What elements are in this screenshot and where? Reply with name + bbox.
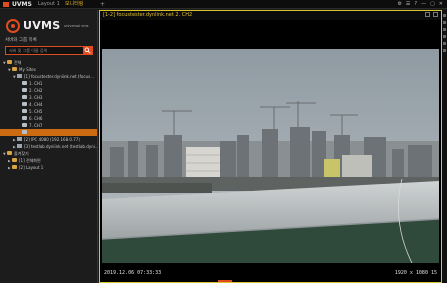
app-name: UVMS: [12, 1, 32, 8]
tree-node[interactable]: ▶ [1] 전체화면: [0, 157, 97, 164]
tree-node-label: 2. CH2: [29, 88, 43, 93]
tree-node[interactable]: ▼ 전체: [0, 59, 97, 66]
tree-node-label: [1] 전체화면: [19, 158, 41, 163]
tree-node[interactable]: 2. CH2: [0, 87, 97, 94]
tree-node[interactable]: ▶ [2] IPC 4080 (192.168.0.77): [0, 136, 97, 143]
tree-node[interactable]: 7. CH7: [0, 122, 97, 129]
tree-node-label: 즐겨찾기: [14, 151, 29, 156]
close-icon[interactable]: ✕: [439, 1, 443, 8]
tree-node[interactable]: [0, 129, 97, 136]
snapshot-icon[interactable]: [425, 12, 430, 17]
tree-node[interactable]: ▶ [2] Layout 1: [0, 164, 97, 171]
menu-icon[interactable]: ☰: [406, 1, 410, 8]
camera-icon: [22, 81, 27, 85]
toolbar-button[interactable]: [443, 49, 446, 52]
brand-logo: UVMS universal vms: [6, 18, 96, 34]
tree-node-label: 5. CH5: [29, 109, 43, 114]
search-icon: [84, 47, 91, 54]
resize-handle[interactable]: [218, 280, 232, 282]
search-input[interactable]: [6, 47, 83, 54]
search-box: [5, 46, 93, 55]
tree-node[interactable]: 1. CH1: [0, 80, 97, 87]
brand-name: UVMS: [23, 19, 61, 32]
tree-node-label: 6. CH6: [29, 116, 43, 121]
tree-node[interactable]: ▼ My Sites: [0, 66, 97, 73]
brand-subtitle: universal vms: [64, 24, 89, 28]
fullscreen-icon[interactable]: [433, 12, 438, 17]
tab-monitoring[interactable]: 모니터링: [65, 0, 83, 9]
maximize-icon[interactable]: ▢: [430, 1, 435, 8]
tree-node[interactable]: 6. CH6: [0, 115, 97, 122]
tree-node-label: [1] focustester.dyniink.net (focus...: [24, 74, 94, 79]
minimize-icon[interactable]: —: [421, 1, 426, 8]
window-controls: ⚙ ☰ ? — ▢ ✕: [397, 1, 443, 8]
help-icon[interactable]: ?: [414, 1, 417, 8]
camera-icon: [22, 116, 27, 120]
camera-icon: [22, 109, 27, 113]
tree-node-label: [2] Layout 1: [19, 165, 44, 170]
camera-feed-image: [102, 49, 439, 263]
tree-node[interactable]: ▶ [3] testlab.dyniink.net (testlab.dyni..…: [0, 143, 97, 150]
tree-node-label: 4. CH4: [29, 102, 43, 107]
tree-node-label: [2] IPC 4080 (192.168.0.77): [24, 137, 80, 142]
folder-icon: [7, 60, 12, 64]
camera-icon: [22, 95, 27, 99]
tree-node[interactable]: 5. CH5: [0, 108, 97, 115]
video-viewer[interactable]: [1-2] focustester.dynlink.net 2. CH2 201…: [99, 10, 442, 283]
server-icon: [17, 144, 22, 148]
video-header-controls: [425, 12, 438, 17]
server-tree: ▼ 전체 ▼ My Sites ▼ [1] focustester.dyniink.net…: [0, 59, 97, 171]
add-tab-button[interactable]: +: [100, 0, 105, 9]
toolbar-button[interactable]: [443, 35, 446, 38]
tree-node-label: 3. CH3: [29, 95, 43, 100]
camera-icon: [22, 102, 27, 106]
video-header: [1-2] focustester.dynlink.net 2. CH2: [100, 11, 441, 20]
sidebar: UVMS universal vms 서버와 그룹 목록 ▼전체▼My Site…: [0, 10, 98, 283]
folder-icon: [12, 67, 17, 71]
tree-node-label: My Sites: [19, 67, 36, 72]
tree-node[interactable]: ▼ [1] focustester.dyniink.net (focus...: [0, 73, 97, 80]
brand-ring-icon: [6, 19, 20, 33]
camera-icon: [22, 130, 27, 134]
toolbar-button[interactable]: [443, 14, 446, 17]
right-toolbar: [442, 10, 447, 283]
video-title: [1-2] focustester.dynlink.net 2. CH2: [103, 12, 193, 18]
server-icon: [17, 74, 22, 78]
app-titlebar: UVMS Layout 1 모니터링 + ⚙ ☰ ? — ▢ ✕: [0, 0, 447, 9]
video-resolution: 1920 x 1080 15: [394, 270, 437, 276]
app-logo-icon: [3, 2, 9, 7]
camera-icon: [22, 88, 27, 92]
folder-icon: [12, 165, 17, 169]
tree-node-label: 1. CH1: [29, 81, 43, 86]
search-button[interactable]: [83, 47, 92, 54]
tree-node-label: 전체: [14, 60, 22, 65]
camera-icon: [22, 123, 27, 127]
settings-icon[interactable]: ⚙: [397, 1, 401, 8]
tree-node-label: [3] testlab.dyniink.net (testlab.dyni...: [24, 144, 97, 149]
tree-node[interactable]: 4. CH4: [0, 101, 97, 108]
folder-icon: [12, 158, 17, 162]
toolbar-button[interactable]: [443, 21, 446, 24]
sidebar-title: 서버와 그룹 목록: [5, 38, 37, 43]
folder-icon: [7, 151, 12, 155]
tab-layout-1[interactable]: Layout 1: [38, 0, 60, 9]
toolbar-button[interactable]: [443, 28, 446, 31]
video-timestamp: 2019.12.06 07:33:33: [104, 270, 162, 276]
tree-node[interactable]: 3. CH3: [0, 94, 97, 101]
tree-node-label: 7. CH7: [29, 123, 43, 128]
tree-node[interactable]: ▼ 즐겨찾기: [0, 150, 97, 157]
toolbar-button[interactable]: [443, 42, 446, 45]
server-icon: [17, 137, 22, 141]
